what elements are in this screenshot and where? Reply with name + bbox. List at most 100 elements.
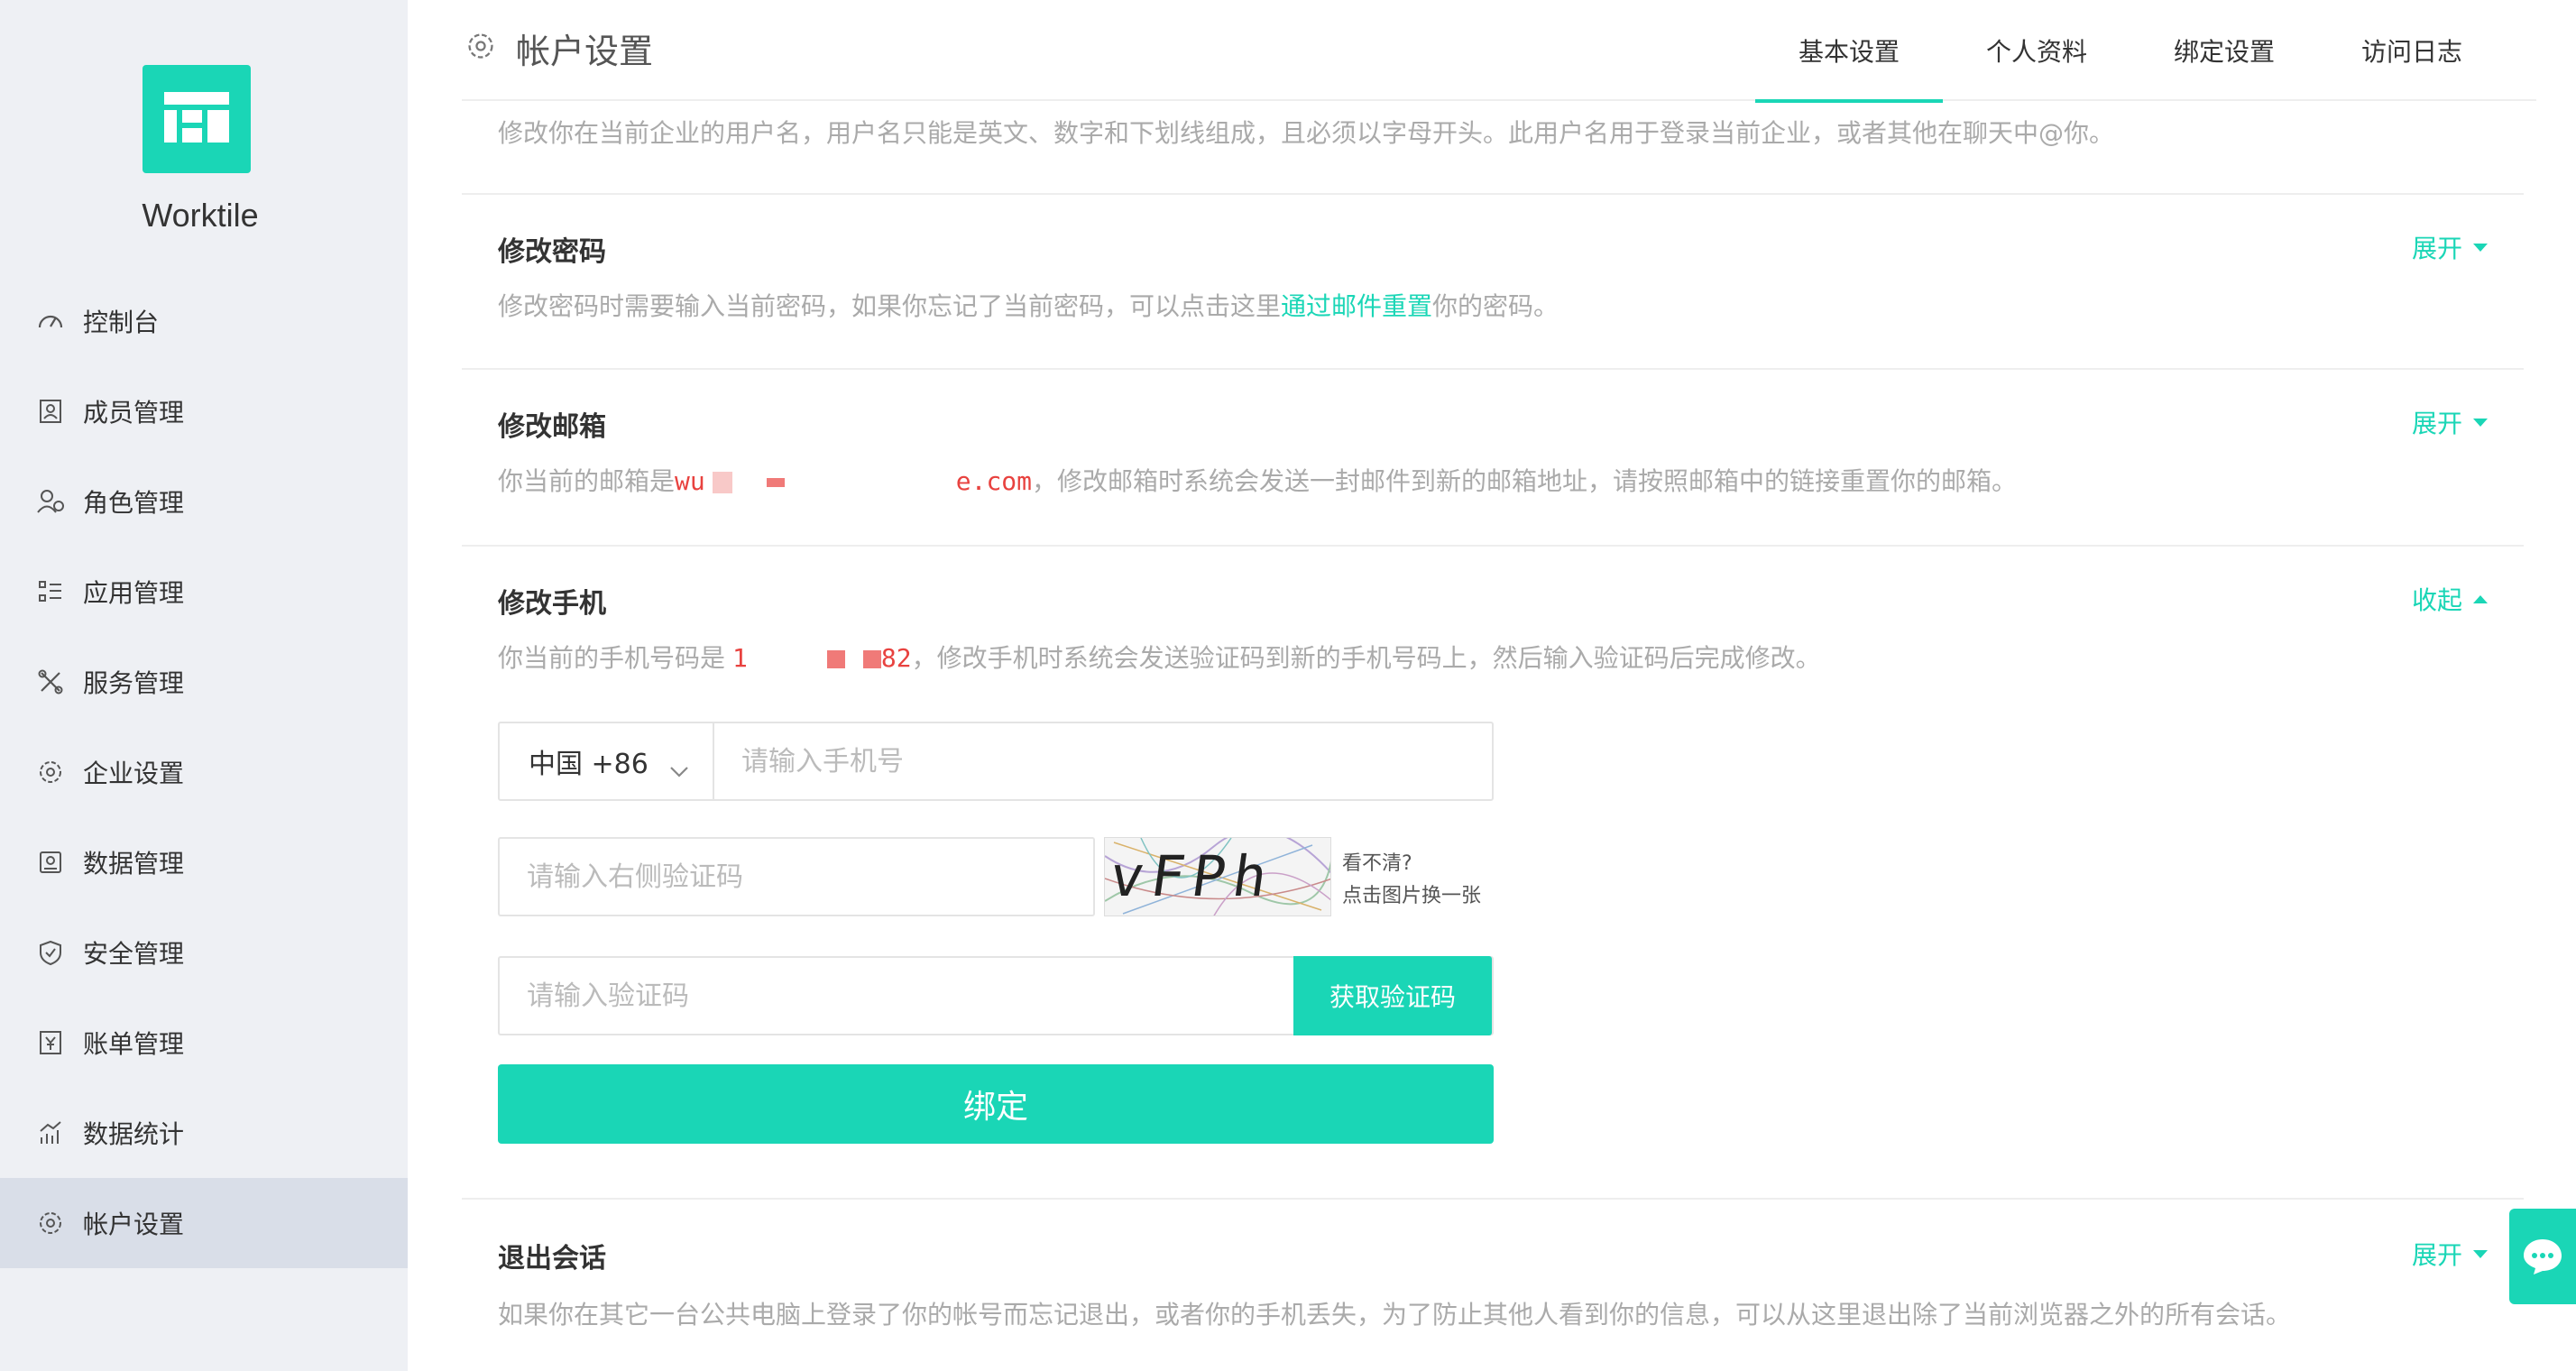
toggle-label: 展开 <box>2411 1240 2462 1270</box>
toggle-label: 展开 <box>2411 409 2462 438</box>
sidebar-item-members[interactable]: 成员管理 <box>0 366 408 456</box>
phone-number-group: 中国 +86 <box>498 722 1494 801</box>
gear-icon <box>465 31 496 61</box>
sidebar-item-label: 安全管理 <box>83 939 185 969</box>
country-code-select[interactable]: 中国 +86 <box>500 723 714 799</box>
sidebar-item-label: 服务管理 <box>83 668 185 698</box>
tab-profile[interactable]: 个人资料 <box>1943 0 2130 101</box>
verification-code-group: 获取验证码 <box>498 956 1494 1035</box>
page-header: 帐户设置 基本设置 个人资料 绑定设置 访问日志 <box>462 0 2536 103</box>
divider <box>462 1198 2524 1200</box>
sidebar-item-label: 账单管理 <box>83 1029 185 1059</box>
email-description: 你当前的邮箱是wu e.com，修改邮箱时系统会发送一封邮件到新的邮箱地址，请按照… <box>498 462 2017 498</box>
worktile-logo[interactable] <box>143 65 251 173</box>
email-desc-text: 你当前的邮箱是 <box>498 466 676 496</box>
dashboard-icon <box>36 307 65 336</box>
sidebar-nav: 控制台 成员管理 角色管理 应用管理 服务管理 企业设置 数据管理 安全管理 账… <box>0 276 408 1268</box>
redaction-mask <box>862 650 881 668</box>
divider <box>462 545 2524 547</box>
phone-description: 你当前的手机号码是 1 82，修改手机时系统会发送验证码到新的手机号码上，然后输入验… <box>498 639 1821 675</box>
divider <box>462 368 2524 370</box>
redaction-mask <box>712 472 732 493</box>
roles-icon <box>36 487 65 516</box>
phone-number-input[interactable] <box>714 723 1492 799</box>
password-expand-toggle[interactable]: 展开 <box>2412 229 2488 265</box>
password-section-title: 修改密码 <box>498 236 606 268</box>
sidebar-item-services[interactable]: 服务管理 <box>0 637 408 727</box>
captcha-hint-line1: 看不清? <box>1342 852 1412 875</box>
brand-name: Worktile <box>142 197 259 234</box>
sidebar-item-label: 帐户设置 <box>83 1210 185 1239</box>
sidebar-item-label: 控制台 <box>83 308 160 337</box>
tab-access-log[interactable]: 访问日志 <box>2318 0 2506 101</box>
username-description: 修改你在当前企业的用户名，用户名只能是英文、数字和下划线组成，且必须以字母开头。… <box>498 118 2115 148</box>
password-desc-text: 修改密码时需要输入当前密码，如果你忘记了当前密码，可以点击这里 <box>498 291 1282 321</box>
divider <box>462 193 2524 195</box>
apps-list-icon <box>36 577 65 606</box>
sidebar-item-account-settings[interactable]: 帐户设置 <box>0 1178 408 1268</box>
email-desc-text-end: ，修改邮箱时系统会发送一封邮件到新的邮箱地址，请按照邮箱中的链接重置你的邮箱。 <box>1032 466 2018 496</box>
bind-button[interactable]: 绑定 <box>498 1064 1494 1144</box>
email-expand-toggle[interactable]: 展开 <box>2412 404 2488 440</box>
sidebar-item-company-settings[interactable]: 企业设置 <box>0 727 408 817</box>
sidebar-item-billing[interactable]: 账单管理 <box>0 998 408 1088</box>
verification-code-input[interactable] <box>500 958 1293 1034</box>
sidebar-item-security[interactable]: 安全管理 <box>0 907 408 998</box>
tab-binding-settings[interactable]: 绑定设置 <box>2130 0 2318 101</box>
chat-support-button[interactable] <box>2509 1209 2576 1304</box>
chevron-down-icon <box>669 754 689 786</box>
member-card-icon <box>36 397 65 426</box>
get-code-button[interactable]: 获取验证码 <box>1293 956 1492 1035</box>
stats-icon <box>36 1118 65 1147</box>
bill-icon <box>36 1028 65 1057</box>
database-icon <box>36 848 65 877</box>
toggle-label: 收起 <box>2411 585 2462 615</box>
sidebar-item-label: 数据统计 <box>83 1119 185 1149</box>
tools-icon <box>36 667 65 696</box>
caret-down-icon <box>2473 243 2488 252</box>
password-desc-text-end: 你的密码。 <box>1432 291 1559 321</box>
captcha-text: vFPh <box>1105 843 1279 909</box>
caret-down-icon <box>2473 418 2488 427</box>
reset-by-email-link[interactable]: 通过邮件重置 <box>1281 291 1432 321</box>
current-email-end: e.com <box>955 466 1033 496</box>
captcha-input[interactable] <box>500 839 1093 915</box>
gear-icon <box>36 758 65 787</box>
password-description: 修改密码时需要输入当前密码，如果你忘记了当前密码，可以点击这里通过邮件重置你的密… <box>498 287 1559 323</box>
redaction-mask <box>766 478 785 487</box>
captcha-hint-line2: 点击图片换一张 <box>1342 885 1482 907</box>
phone-desc-text-end: ，修改手机时系统会发送验证码到新的手机号码上，然后输入验证码后完成修改。 <box>911 643 1821 673</box>
current-email-start: wu <box>675 466 705 496</box>
redaction-mask <box>826 650 845 668</box>
sidebar-item-apps[interactable]: 应用管理 <box>0 547 408 637</box>
logout-expand-toggle[interactable]: 展开 <box>2412 1236 2488 1272</box>
toggle-label: 展开 <box>2411 234 2462 263</box>
caret-down-icon <box>2473 1249 2488 1258</box>
country-code-value: 中国 +86 <box>529 749 649 780</box>
current-phone-start: 1 <box>732 643 748 673</box>
sidebar-item-roles[interactable]: 角色管理 <box>0 456 408 547</box>
logout-section-title: 退出会话 <box>498 1243 606 1274</box>
sidebar-item-dashboard[interactable]: 控制台 <box>0 276 408 366</box>
sidebar-item-data-management[interactable]: 数据管理 <box>0 817 408 907</box>
sidebar-item-label: 应用管理 <box>83 578 185 608</box>
sidebar-item-label: 成员管理 <box>83 398 185 428</box>
sidebar-item-label: 角色管理 <box>83 488 185 518</box>
phone-collapse-toggle[interactable]: 收起 <box>2412 581 2488 617</box>
email-section-title: 修改邮箱 <box>498 411 606 443</box>
phone-desc-text: 你当前的手机号码是 <box>498 643 726 673</box>
logout-description: 如果你在其它一台公共电脑上登录了你的帐号而忘记退出，或者你的手机丢失，为了防止其… <box>498 1300 2292 1330</box>
phone-input-wrapper <box>714 723 1492 799</box>
captcha-input-field <box>498 837 1095 916</box>
sidebar-item-label: 企业设置 <box>83 759 185 788</box>
sidebar-item-label: 数据管理 <box>83 849 185 879</box>
sidebar-item-statistics[interactable]: 数据统计 <box>0 1088 408 1178</box>
tab-basic-settings[interactable]: 基本设置 <box>1755 0 1943 103</box>
captcha-refresh-hint[interactable]: 看不清? 点击图片换一张 <box>1342 848 1481 913</box>
caret-up-icon <box>2473 594 2488 603</box>
shield-icon <box>36 938 65 967</box>
phone-section-title: 修改手机 <box>498 588 606 620</box>
captcha-image[interactable]: vFPh <box>1104 837 1331 916</box>
current-phone-end: 82 <box>880 643 912 673</box>
gear-icon <box>36 1209 65 1238</box>
